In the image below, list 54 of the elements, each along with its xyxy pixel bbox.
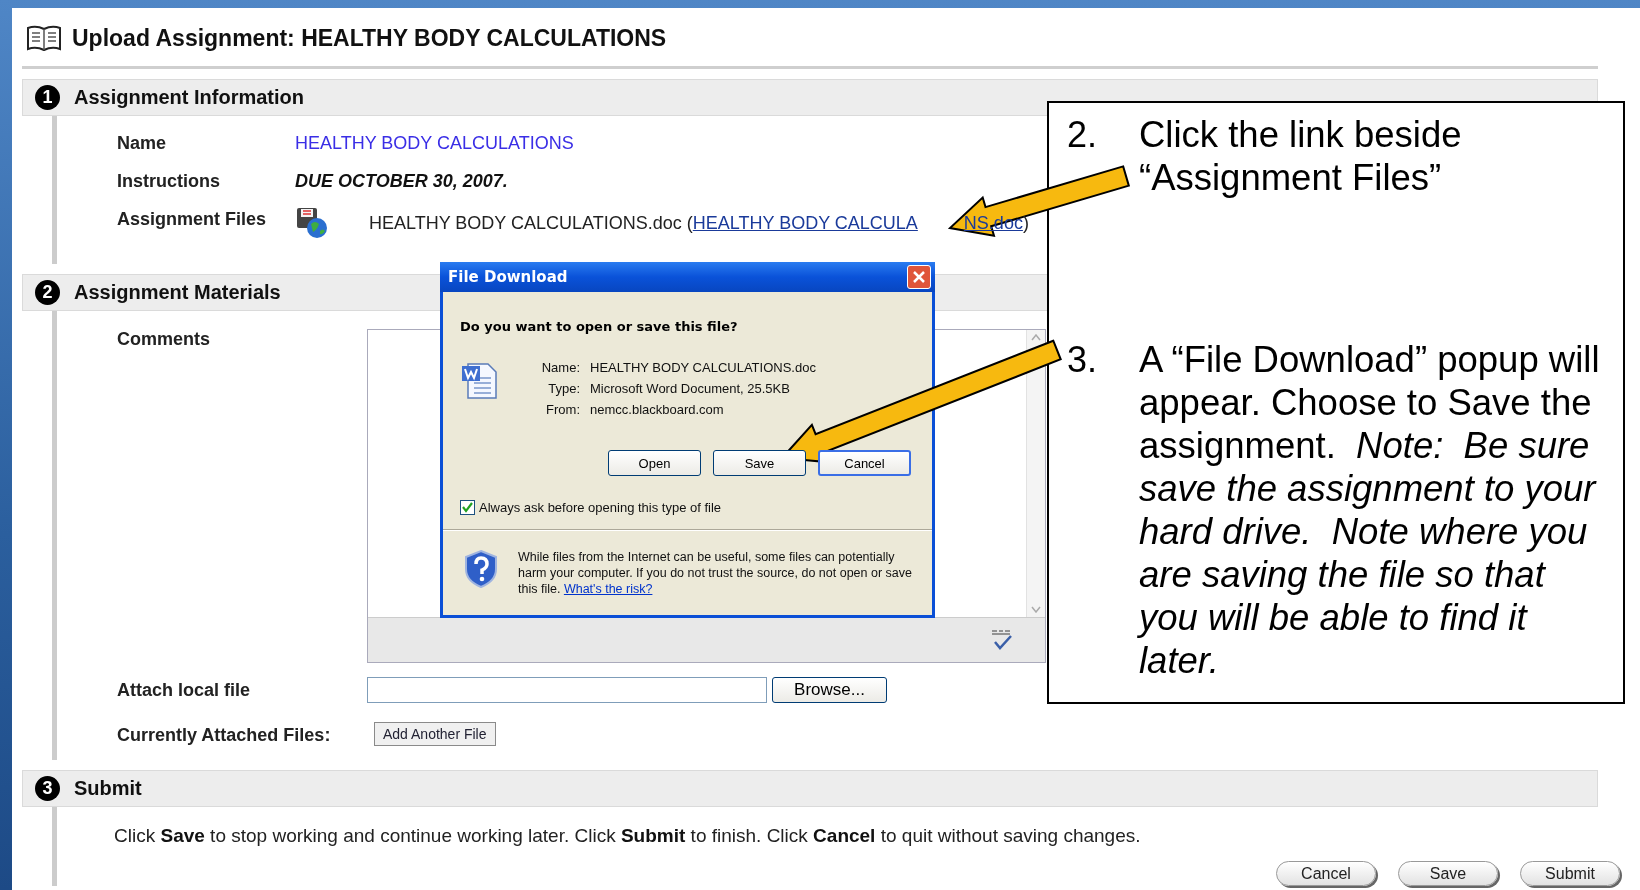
dialog-button[interactable]: Open xyxy=(608,450,701,476)
section-title: Submit xyxy=(74,777,142,800)
field-label: Comments xyxy=(117,328,211,351)
action-button[interactable]: Save xyxy=(1398,861,1498,886)
checkbox[interactable] xyxy=(460,500,475,515)
section-number: 2 xyxy=(35,280,60,305)
risk-link[interactable]: What's the risk? xyxy=(563,582,653,596)
scrollbar[interactable] xyxy=(1026,330,1045,617)
section-title: Assignment Materials xyxy=(74,281,281,304)
action-button[interactable]: Cancel xyxy=(1276,861,1376,886)
file-path-input[interactable] xyxy=(367,677,767,703)
dialog-button[interactable]: Cancel xyxy=(818,450,911,476)
action-button[interactable]: Submit xyxy=(1520,861,1620,886)
browse-button[interactable]: Browse... xyxy=(772,677,887,703)
file-info-value: nemcc.blackboard.com xyxy=(590,402,725,417)
closing-parenthesis: ) xyxy=(1022,212,1029,234)
page-title: Upload Assignment: HEALTHY BODY CALCULATIONS xyxy=(72,24,667,52)
word-document-icon xyxy=(460,360,500,400)
shield-help-icon xyxy=(464,549,498,589)
spellcheck-icon xyxy=(989,629,1015,651)
file-name-text: HEALTHY BODY CALCULATIONS.doc ( xyxy=(369,212,693,234)
book-icon xyxy=(26,24,62,52)
file-download-link[interactable]: HEALTHY BODY CALCULA xyxy=(692,212,918,234)
scroll-up-icon[interactable] xyxy=(1031,334,1041,341)
close-button[interactable] xyxy=(907,265,931,289)
section-number: 1 xyxy=(35,85,60,110)
submit-instructions: Click Save to stop working and continue working later. Click Submit to finish. Click Cancel to quit without saving changes. xyxy=(114,825,1142,847)
step-number: 3. xyxy=(1067,338,1099,382)
instructions-text: DUE OCTOBER 30, 2007. xyxy=(295,170,508,193)
step-text: Click the link beside “Assignment Files” xyxy=(1139,113,1463,199)
field-label: Attach local file xyxy=(117,679,252,702)
field-label: Name xyxy=(117,132,168,155)
dialog-button[interactable]: Save xyxy=(713,450,806,476)
close-icon[interactable] xyxy=(912,270,926,284)
file-info-value: HEALTHY BODY CALCULATIONS.doc xyxy=(590,360,816,375)
file-info-value: Microsoft Word Document, 25.5KB xyxy=(590,381,791,396)
step-number: 2. xyxy=(1067,113,1099,157)
file-info-label: Name: xyxy=(540,360,580,375)
warning-text: While files from the Internet can be useful, some files can potentially harm your computer. If you do not trust the source, do not open or save this file. What's the risk? xyxy=(518,549,913,597)
field-label: Currently Attached Files: xyxy=(117,724,332,747)
scroll-down-icon[interactable] xyxy=(1031,606,1041,613)
assignment-name-link[interactable]: HEALTHY BODY CALCULATIONS xyxy=(295,130,574,156)
field-label: Assignment Files xyxy=(117,208,268,231)
section-number: 3 xyxy=(35,776,60,801)
add-file-button[interactable]: Add Another File xyxy=(374,722,496,746)
dialog-title: File Download xyxy=(448,268,568,286)
section-title: Assignment Information xyxy=(74,86,304,109)
file-info-label: Type: xyxy=(547,381,580,396)
field-label: Instructions xyxy=(117,170,221,193)
step-text: A “File Download” popup will appear. Choose to Save the assignment. Note: Be sure save the assignment to your hard drive. Note where you are saving the file so that you will be able to find it later. xyxy=(1139,338,1601,682)
checkbox-label: Always ask before opening this type of file xyxy=(479,500,722,515)
disk-globe-icon xyxy=(295,206,329,240)
dialog-question: Do you want to open or save this file? xyxy=(460,319,739,334)
file-info-label: From: xyxy=(545,402,580,417)
